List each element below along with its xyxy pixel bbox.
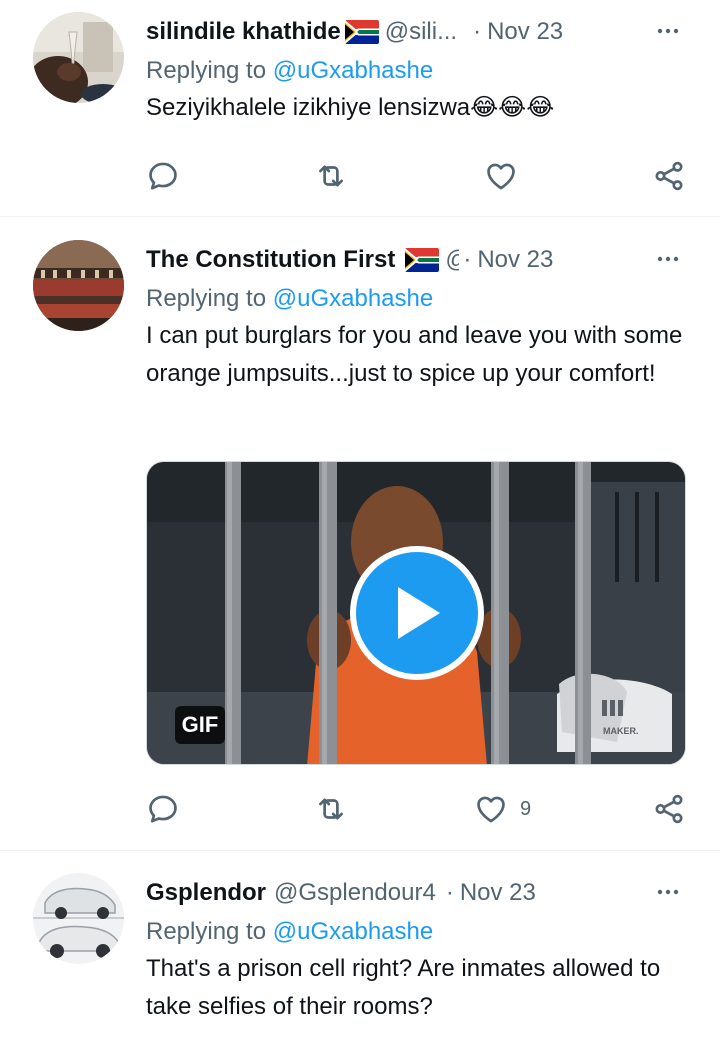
- tweet-date[interactable]: Nov 23: [487, 18, 563, 46]
- tweet-date[interactable]: Nov 23: [477, 246, 553, 274]
- more-icon[interactable]: [652, 17, 684, 45]
- play-button[interactable]: [350, 546, 484, 680]
- retweet-icon: [314, 159, 348, 193]
- more-icon[interactable]: [652, 245, 684, 273]
- share-button[interactable]: [652, 156, 686, 196]
- tweet[interactable]: Gsplendor @Gsplendour4 · Nov 23 Replying…: [0, 851, 720, 1040]
- retweet-icon: [314, 792, 348, 826]
- reply-button[interactable]: [146, 156, 180, 196]
- reply-icon: [146, 159, 180, 193]
- tweet-actions: [146, 156, 690, 196]
- replying-to-link[interactable]: @uGxabhashe: [273, 918, 433, 945]
- separator: ·: [463, 246, 472, 273]
- tweet-header: The Constitution First @ · Nov 23: [146, 243, 690, 277]
- display-name[interactable]: The Constitution First: [146, 246, 395, 274]
- tweet-date[interactable]: Nov 23: [460, 879, 536, 907]
- separator: ·: [445, 879, 454, 906]
- replying-to-label: Replying to: [146, 918, 267, 945]
- tweet-text: Seziyikhalele izikhiye lensizwa😂😂😂: [146, 94, 555, 121]
- south-africa-flag-icon: [345, 20, 379, 44]
- avatar[interactable]: [33, 240, 124, 331]
- user-handle[interactable]: @: [445, 246, 459, 274]
- avatar[interactable]: [33, 873, 124, 964]
- gif-badge: GIF: [175, 706, 225, 744]
- replying-to: Replying to @uGxabhashe: [146, 283, 690, 315]
- tweet-header: Gsplendor @Gsplendour4 · Nov 23: [146, 876, 690, 910]
- south-africa-flag-icon: [405, 248, 439, 272]
- retweet-button[interactable]: [314, 156, 348, 196]
- tweet-text: That's a prison cell right? Are inmates …: [146, 955, 661, 1020]
- heart-icon: [484, 159, 518, 193]
- heart-icon: [474, 792, 508, 826]
- avatar[interactable]: [33, 12, 124, 103]
- replying-to: Replying to @uGxabhashe: [146, 916, 690, 948]
- replying-to-label: Replying to: [146, 285, 267, 312]
- replying-to-label: Replying to: [146, 57, 267, 84]
- user-handle[interactable]: @sili...: [385, 18, 457, 46]
- tweet[interactable]: The Constitution First @ · Nov 23 Replyi…: [0, 217, 720, 849]
- user-handle[interactable]: @Gsplendour4: [274, 879, 436, 907]
- replying-to-link[interactable]: @uGxabhashe: [273, 285, 433, 312]
- tweet[interactable]: silindile khathide @sili... · Nov 23 Rep…: [0, 0, 720, 216]
- replying-to: Replying to @uGxabhashe: [146, 55, 690, 87]
- like-button[interactable]: [484, 156, 530, 196]
- replying-to-link[interactable]: @uGxabhashe: [273, 57, 433, 84]
- reply-button[interactable]: [146, 789, 180, 829]
- share-icon: [652, 792, 686, 826]
- share-icon: [652, 159, 686, 193]
- reply-icon: [146, 792, 180, 826]
- tweet-header: silindile khathide @sili... · Nov 23: [146, 15, 690, 49]
- tweet-actions: 9: [146, 789, 690, 829]
- retweet-button[interactable]: [314, 789, 348, 829]
- tweet-text: I can put burglars for you and leave you…: [146, 322, 683, 387]
- like-button[interactable]: 9: [474, 789, 531, 829]
- share-button[interactable]: [652, 789, 686, 829]
- play-icon: [398, 587, 440, 639]
- gif-watermark: MAKER.: [603, 726, 639, 736]
- gif-media[interactable]: MAKER. GIF: [146, 461, 686, 765]
- display-name[interactable]: Gsplendor: [146, 879, 266, 907]
- separator: ·: [473, 18, 482, 45]
- display-name[interactable]: silindile khathide: [146, 18, 341, 46]
- like-count: 9: [520, 797, 532, 820]
- more-icon[interactable]: [652, 878, 684, 906]
